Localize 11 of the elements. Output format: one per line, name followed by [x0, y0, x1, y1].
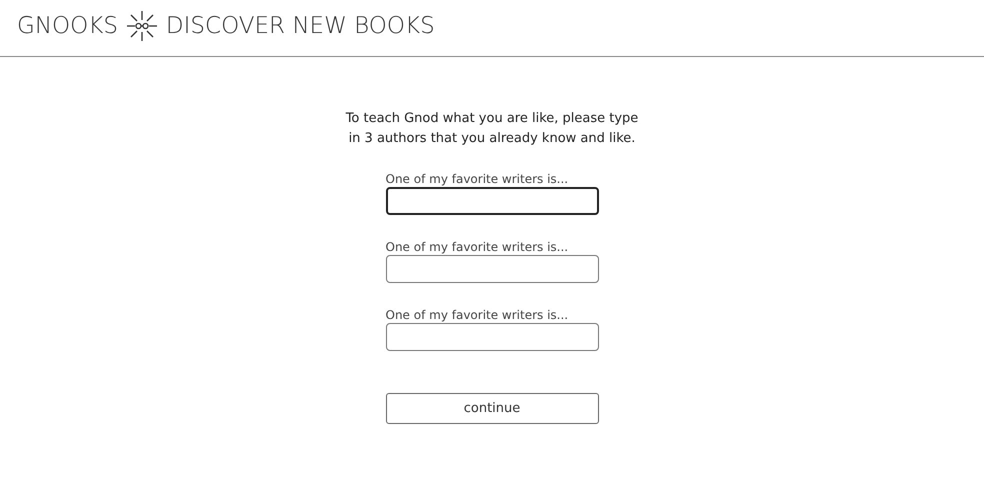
author-input-field[interactable] [386, 323, 598, 351]
field-label: One of my favorite writers is... [386, 239, 570, 255]
starburst-icon [126, 10, 158, 42]
author-input-field[interactable] [386, 255, 598, 283]
site-name[interactable]: GNOOKS [17, 13, 118, 39]
site-tagline: DISCOVER NEW BOOKS [166, 13, 435, 39]
continue-button[interactable]: continue [386, 393, 598, 424]
author-input-field[interactable] [386, 187, 598, 215]
intro-text: To teach Gnod what you are like, please type in 3 authors that you already know and like. [344, 110, 640, 148]
field-label: One of my favorite writers is... [386, 171, 570, 187]
field-label: One of my favorite writers is... [386, 307, 570, 323]
